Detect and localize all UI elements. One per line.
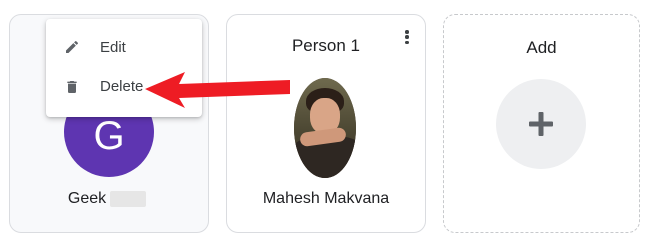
avatar-letter: G xyxy=(93,113,125,158)
profile-photo xyxy=(294,78,356,178)
menu-item-label: Delete xyxy=(100,78,144,95)
contact-name: Mahesh Makvana xyxy=(262,190,390,207)
redacted-name-blur xyxy=(110,191,147,207)
plus-icon xyxy=(529,112,553,136)
add-button[interactable] xyxy=(496,79,586,169)
card-title: Add xyxy=(526,38,557,57)
contact-name-visible: Geek xyxy=(67,190,107,207)
pencil-icon xyxy=(66,40,79,53)
red-arrow-annotation xyxy=(145,72,290,108)
menu-item-label: Edit xyxy=(100,39,126,56)
contact-card-person-1[interactable]: Person 1 Mahesh Makvana xyxy=(226,14,426,233)
add-card[interactable]: Add xyxy=(443,14,640,233)
card-title: Person 1 xyxy=(291,36,361,55)
contact-name: Geek xyxy=(10,190,208,208)
more-options-icon[interactable] xyxy=(403,29,411,45)
menu-item-edit[interactable]: Edit xyxy=(46,27,202,67)
trash-icon xyxy=(67,81,77,93)
